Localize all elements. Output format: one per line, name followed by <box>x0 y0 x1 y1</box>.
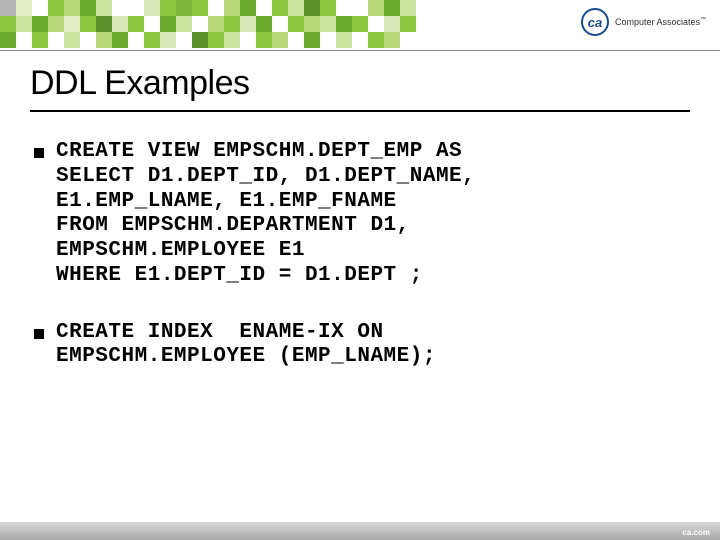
mosaic-cell <box>368 0 384 16</box>
mosaic-cell <box>272 32 288 48</box>
mosaic-cell <box>176 32 192 48</box>
mosaic-cell <box>320 32 336 48</box>
mosaic-cell <box>224 0 240 16</box>
mosaic-cell <box>176 0 192 16</box>
mosaic-cell <box>160 0 176 16</box>
mosaic-cell <box>144 16 160 32</box>
mosaic-cell <box>400 16 416 32</box>
mosaic-cell <box>160 32 176 48</box>
mosaic-cell <box>272 16 288 32</box>
mosaic-pattern <box>0 0 416 48</box>
mosaic-cell <box>32 32 48 48</box>
brand-tm: ™ <box>700 17 706 23</box>
mosaic-cell <box>368 32 384 48</box>
mosaic-cell <box>384 32 400 48</box>
mosaic-cell <box>256 0 272 16</box>
bullet-item: CREATE VIEW EMPSCHM.DEPT_EMP AS SELECT D… <box>34 140 686 289</box>
header-band: ca Computer Associates™ <box>0 0 720 52</box>
mosaic-cell <box>0 16 16 32</box>
mosaic-cell <box>208 32 224 48</box>
mosaic-cell <box>384 0 400 16</box>
mosaic-cell <box>192 16 208 32</box>
mosaic-cell <box>304 16 320 32</box>
mosaic-cell <box>96 0 112 16</box>
footer-text: ca.com <box>682 528 710 537</box>
mosaic-cell <box>64 16 80 32</box>
mosaic-cell <box>336 16 352 32</box>
brand-name-text: Computer Associates <box>615 17 700 27</box>
mosaic-cell <box>80 32 96 48</box>
mosaic-cell <box>64 32 80 48</box>
mosaic-cell <box>240 0 256 16</box>
mosaic-cell <box>112 0 128 16</box>
mosaic-cell <box>320 0 336 16</box>
mosaic-cell <box>224 16 240 32</box>
content-area: CREATE VIEW EMPSCHM.DEPT_EMP AS SELECT D… <box>34 140 686 402</box>
code-block-1: CREATE VIEW EMPSCHM.DEPT_EMP AS SELECT D… <box>56 140 475 289</box>
mosaic-cell <box>32 16 48 32</box>
title-underline <box>30 110 690 112</box>
mosaic-cell <box>80 0 96 16</box>
mosaic-cell <box>256 16 272 32</box>
mosaic-cell <box>224 32 240 48</box>
mosaic-cell <box>288 32 304 48</box>
mosaic-cell <box>256 32 272 48</box>
footer-bar: ca.com <box>0 522 720 540</box>
mosaic-cell <box>240 16 256 32</box>
mosaic-cell <box>400 0 416 16</box>
mosaic-cell <box>80 16 96 32</box>
mosaic-cell <box>96 32 112 48</box>
mosaic-cell <box>48 32 64 48</box>
mosaic-cell <box>336 0 352 16</box>
mosaic-cell <box>112 16 128 32</box>
page-title: DDL Examples <box>30 64 249 103</box>
brand-name: Computer Associates™ <box>615 17 706 27</box>
mosaic-cell <box>144 0 160 16</box>
mosaic-cell <box>16 16 32 32</box>
header-divider <box>0 50 720 51</box>
mosaic-cell <box>352 32 368 48</box>
mosaic-cell <box>192 0 208 16</box>
mosaic-cell <box>368 16 384 32</box>
mosaic-cell <box>288 0 304 16</box>
mosaic-cell <box>144 32 160 48</box>
mosaic-cell <box>0 0 16 16</box>
mosaic-cell <box>336 32 352 48</box>
mosaic-cell <box>48 0 64 16</box>
mosaic-cell <box>208 16 224 32</box>
mosaic-cell <box>320 16 336 32</box>
mosaic-cell <box>48 16 64 32</box>
mosaic-cell <box>400 32 416 48</box>
bullet-square-icon <box>34 329 44 339</box>
mosaic-cell <box>240 32 256 48</box>
mosaic-cell <box>64 0 80 16</box>
ca-logo-icon: ca <box>581 8 609 36</box>
mosaic-cell <box>16 32 32 48</box>
brand-area: ca Computer Associates™ <box>581 8 706 36</box>
mosaic-cell <box>272 0 288 16</box>
bullet-square-icon <box>34 148 44 158</box>
mosaic-cell <box>16 0 32 16</box>
mosaic-cell <box>176 16 192 32</box>
mosaic-cell <box>304 0 320 16</box>
mosaic-cell <box>96 16 112 32</box>
mosaic-cell <box>128 32 144 48</box>
mosaic-cell <box>352 16 368 32</box>
mosaic-cell <box>208 0 224 16</box>
mosaic-cell <box>160 16 176 32</box>
mosaic-cell <box>128 16 144 32</box>
mosaic-cell <box>288 16 304 32</box>
mosaic-cell <box>384 16 400 32</box>
bullet-item: CREATE INDEX ENAME-IX ON EMPSCHM.EMPLOYE… <box>34 321 686 371</box>
code-block-2: CREATE INDEX ENAME-IX ON EMPSCHM.EMPLOYE… <box>56 321 436 371</box>
mosaic-cell <box>352 0 368 16</box>
mosaic-cell <box>112 32 128 48</box>
mosaic-cell <box>128 0 144 16</box>
mosaic-cell <box>0 32 16 48</box>
mosaic-cell <box>32 0 48 16</box>
mosaic-cell <box>304 32 320 48</box>
mosaic-cell <box>192 32 208 48</box>
